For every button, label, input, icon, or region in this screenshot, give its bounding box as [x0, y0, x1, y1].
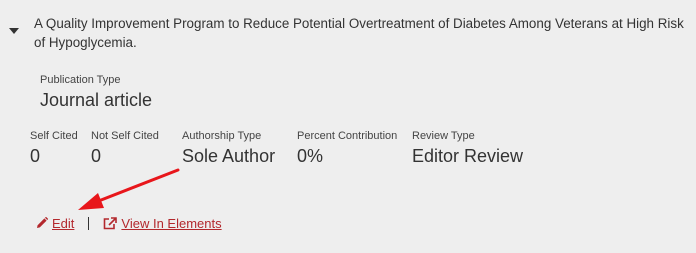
edit-link-label: Edit	[52, 215, 75, 231]
publication-type-label: Publication Type	[40, 74, 121, 86]
external-link-icon	[104, 216, 118, 229]
percent-contribution-value: 0%	[297, 146, 324, 166]
percent-contribution-label: Percent Contribution	[297, 130, 398, 142]
edit-link[interactable]: Edit	[36, 216, 74, 231]
not-self-cited-label: Not Self Cited	[91, 130, 159, 142]
publication-card: A Quality Improvement Program to Reduce …	[0, 0, 696, 253]
view-in-elements-link[interactable]: View In Elements	[103, 215, 222, 231]
caret-down-icon[interactable]	[9, 27, 19, 35]
publication-title: A Quality Improvement Program to Reduce …	[34, 16, 684, 50]
action-bar: Edit View In Elements	[36, 214, 222, 232]
authorship-type-value: Sole Author	[182, 146, 276, 166]
authorship-type-label: Authorship Type	[182, 130, 262, 142]
not-self-cited-value: 0	[91, 146, 102, 166]
pencil-icon	[37, 217, 48, 228]
review-type-label: Review Type	[412, 130, 475, 142]
action-separator	[88, 216, 90, 230]
self-cited-label: Self Cited	[30, 130, 78, 142]
review-type-value: Editor Review	[412, 146, 524, 166]
self-cited-value: 0	[30, 146, 41, 166]
view-in-elements-label: View In Elements	[121, 215, 222, 231]
publication-type-value: Journal article	[40, 90, 153, 110]
